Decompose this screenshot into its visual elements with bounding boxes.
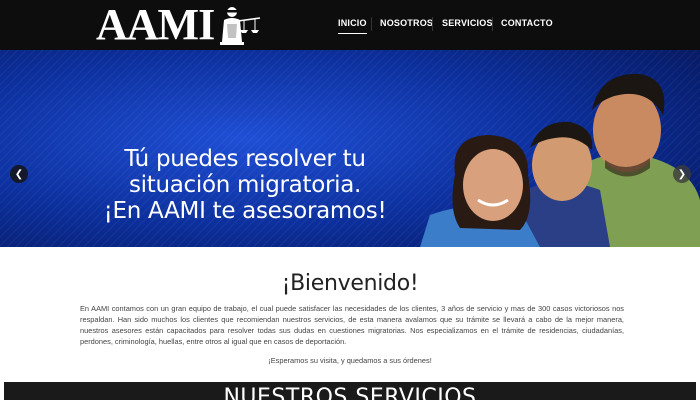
hero-line-1: Tú puedes resolver tu [124,146,366,172]
logo-text: AAMI [96,0,215,49]
nav-item-servicios[interactable]: SERVICIOS [442,18,493,28]
main-nav: INICIO NOSOTROS SERVICIOS CONTACTO [320,0,700,50]
hero-line-3: ¡En AAMI te asesoramos! [103,198,387,224]
welcome-title: ¡Bienvenido! [281,271,419,296]
welcome-body: En AAMI contamos con un gran equipo de t… [80,304,624,346]
nav-divider [492,17,493,31]
site-header: AAMI INICIO NOSOTROS SERVICIOS CONTACTO [0,0,700,50]
hero-slider[interactable]: Tú puedes resolver tu situación migrator… [0,50,700,247]
services-title: NUESTROS SERVICIOS [223,385,477,400]
nav-item-nosotros[interactable]: NOSOTROS [380,18,433,28]
nav-divider [432,17,433,31]
welcome-closing: ¡Esperamos su visita, y quedamos a sus ó… [268,356,432,365]
nav-divider [371,17,372,31]
slider-prev-button[interactable]: ❮ [10,165,28,183]
justice-scales-lady-icon [220,7,261,45]
nav-item-contacto[interactable]: CONTACTO [501,18,553,28]
chevron-left-icon: ❮ [14,168,24,180]
chevron-right-icon: ❯ [677,168,687,180]
slider-next-button[interactable]: ❯ [673,165,691,183]
welcome-section: ¡Bienvenido! En AAMI contamos con un gra… [0,247,700,382]
logo[interactable]: AAMI [96,0,264,49]
services-section: NUESTROS SERVICIOS [4,382,696,400]
nav-item-inicio[interactable]: INICIO [338,18,367,34]
hero-headline: Tú puedes resolver tu situación migrator… [100,146,390,224]
hero-line-2: situación migratoria. [128,172,362,198]
